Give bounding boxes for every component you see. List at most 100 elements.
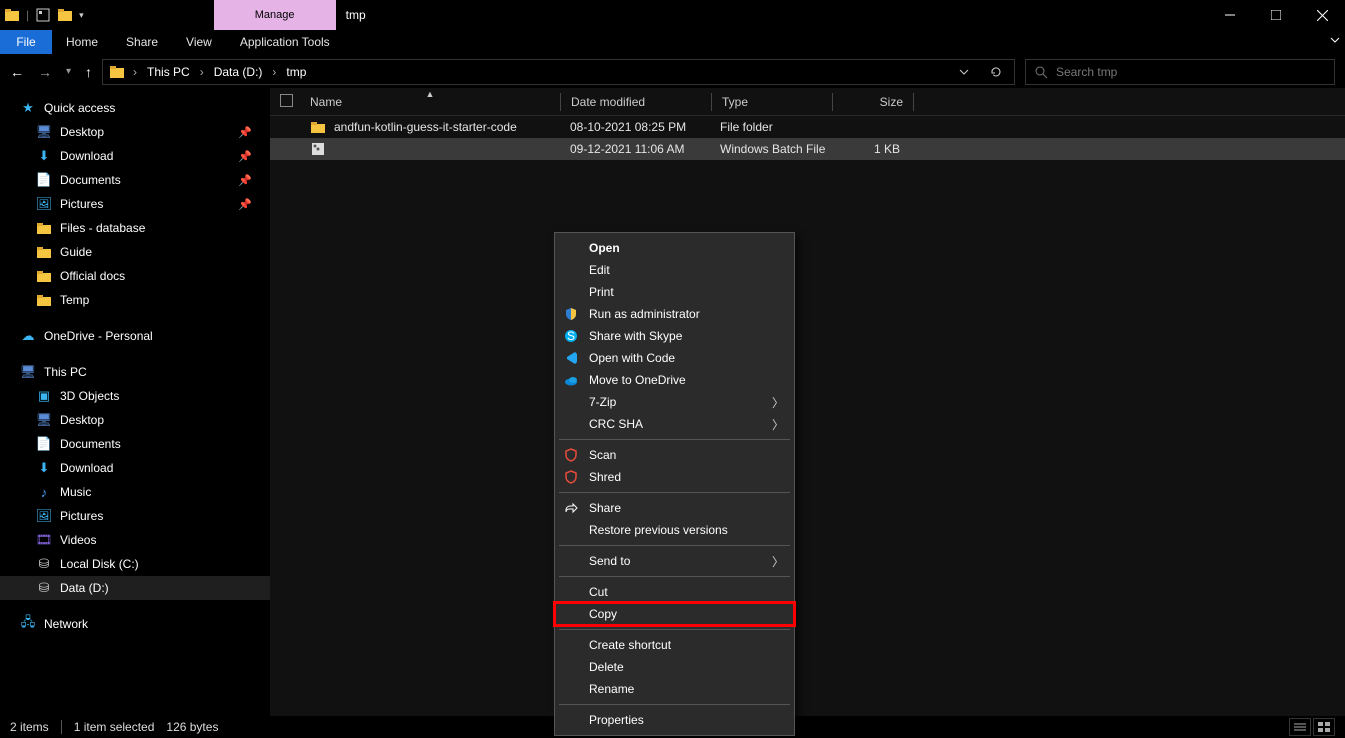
sidebar-item-music[interactable]: ♪Music bbox=[0, 480, 270, 504]
sidebar-item-temp[interactable]: Temp bbox=[0, 288, 270, 312]
menu-home[interactable]: Home bbox=[52, 30, 112, 54]
context-menu-send-to[interactable]: Send to〉 bbox=[555, 550, 794, 572]
sidebar-item-desktop[interactable]: 🖥Desktop📌 bbox=[0, 120, 270, 144]
folder-icon bbox=[36, 244, 52, 260]
sidebar-item-3d-objects[interactable]: ▣3D Objects bbox=[0, 384, 270, 408]
sidebar-item-download[interactable]: ⬇Download bbox=[0, 456, 270, 480]
context-menu-shred[interactable]: Shred bbox=[555, 466, 794, 488]
tree-onedrive[interactable]: ☁ OneDrive - Personal bbox=[0, 324, 270, 348]
sidebar-item-local-disk-c-[interactable]: ⛁Local Disk (C:) bbox=[0, 552, 270, 576]
column-date[interactable]: Date modified bbox=[561, 95, 711, 109]
sidebar-item-documents[interactable]: 📄Documents📌 bbox=[0, 168, 270, 192]
window-controls bbox=[1207, 0, 1345, 30]
context-menu-properties[interactable]: Properties bbox=[555, 709, 794, 731]
maximize-button[interactable] bbox=[1253, 0, 1299, 30]
minimize-button[interactable] bbox=[1207, 0, 1253, 30]
context-menu-rename[interactable]: Rename bbox=[555, 678, 794, 700]
file-name: andfun-kotlin-guess-it-starter-code bbox=[334, 120, 517, 134]
tree-label: Desktop bbox=[60, 125, 104, 139]
drive-icon: ⛁ bbox=[36, 556, 52, 572]
context-menu-open[interactable]: Open bbox=[555, 237, 794, 259]
menu-application-tools[interactable]: Application Tools bbox=[226, 30, 344, 54]
ribbon-expand-icon[interactable] bbox=[1329, 34, 1341, 46]
shield-red-icon bbox=[563, 469, 579, 485]
sidebar-item-videos[interactable]: 🎞Videos bbox=[0, 528, 270, 552]
context-menu-run-as-administrator[interactable]: Run as administrator bbox=[555, 303, 794, 325]
refresh-icon[interactable] bbox=[982, 65, 1010, 79]
context-menu-label: Create shortcut bbox=[589, 638, 671, 652]
view-toggle bbox=[1289, 718, 1335, 736]
context-menu-restore-previous-versions[interactable]: Restore previous versions bbox=[555, 519, 794, 541]
thumbnails-view-button[interactable] bbox=[1313, 718, 1335, 736]
menu-share[interactable]: Share bbox=[112, 30, 172, 54]
context-menu-separator bbox=[559, 439, 790, 440]
context-menu-delete[interactable]: Delete bbox=[555, 656, 794, 678]
ribbon-contextual-tab[interactable]: Manage bbox=[214, 0, 336, 30]
context-menu-edit[interactable]: Edit bbox=[555, 259, 794, 281]
sidebar-item-pictures[interactable]: 🖼Pictures bbox=[0, 504, 270, 528]
drive-icon: ⛁ bbox=[36, 580, 52, 596]
quick-access-toolbar: | ▾ bbox=[0, 0, 88, 30]
folder-icon bbox=[36, 292, 52, 308]
sidebar-item-guide[interactable]: Guide bbox=[0, 240, 270, 264]
column-type[interactable]: Type bbox=[712, 95, 832, 109]
context-menu-share[interactable]: Share bbox=[555, 497, 794, 519]
computer-icon: 🖥 bbox=[20, 364, 36, 380]
search-box[interactable] bbox=[1025, 59, 1335, 85]
sidebar-item-desktop[interactable]: 🖥Desktop bbox=[0, 408, 270, 432]
breadcrumb-sep-icon[interactable]: › bbox=[198, 65, 206, 79]
tree-label: Documents bbox=[60, 437, 121, 451]
context-menu-cut[interactable]: Cut bbox=[555, 581, 794, 603]
context-menu-open-with-code[interactable]: Open with Code bbox=[555, 347, 794, 369]
menu-view[interactable]: View bbox=[172, 30, 226, 54]
sidebar-item-pictures[interactable]: 🖼Pictures📌 bbox=[0, 192, 270, 216]
breadcrumb-sep-icon[interactable]: › bbox=[131, 65, 139, 79]
column-checkbox[interactable] bbox=[270, 94, 300, 110]
column-name[interactable]: Name▲ bbox=[300, 95, 560, 109]
column-size[interactable]: Size bbox=[833, 95, 913, 109]
search-input[interactable] bbox=[1056, 65, 1326, 79]
sidebar-item-download[interactable]: ⬇Download📌 bbox=[0, 144, 270, 168]
sidebar-item-files-database[interactable]: Files - database bbox=[0, 216, 270, 240]
back-button[interactable]: ← bbox=[10, 64, 24, 80]
sidebar-item-official-docs[interactable]: Official docs bbox=[0, 264, 270, 288]
file-menu[interactable]: File bbox=[0, 30, 52, 54]
breadcrumb-drive[interactable]: Data (D:) bbox=[210, 65, 267, 79]
recent-locations-icon[interactable]: ▾ bbox=[66, 66, 71, 77]
context-menu-scan[interactable]: Scan bbox=[555, 444, 794, 466]
file-row[interactable]: andfun-kotlin-guess-it-starter-code08-10… bbox=[270, 116, 1345, 138]
context-menu-7-zip[interactable]: 7-Zip〉 bbox=[555, 391, 794, 413]
sidebar-item-data-d-[interactable]: ⛁Data (D:) bbox=[0, 576, 270, 600]
context-menu-crc-sha[interactable]: CRC SHA〉 bbox=[555, 413, 794, 435]
shield-red-icon bbox=[563, 447, 579, 463]
ribbon-tab-label: Manage bbox=[255, 9, 295, 21]
tree-network[interactable]: 🖧 Network bbox=[0, 612, 270, 636]
breadcrumb-sep-icon[interactable]: › bbox=[270, 65, 278, 79]
submenu-arrow-icon: 〉 bbox=[772, 394, 784, 411]
context-menu-print[interactable]: Print bbox=[555, 281, 794, 303]
pictures-icon: 🖼 bbox=[36, 508, 52, 524]
tree-quick-access[interactable]: ★ Quick access bbox=[0, 96, 270, 120]
breadcrumb[interactable]: › This PC › Data (D:) › tmp bbox=[102, 59, 1015, 85]
video-icon: 🎞 bbox=[36, 532, 52, 548]
sidebar-item-documents[interactable]: 📄Documents bbox=[0, 432, 270, 456]
close-button[interactable] bbox=[1299, 0, 1345, 30]
context-menu-create-shortcut[interactable]: Create shortcut bbox=[555, 634, 794, 656]
details-view-button[interactable] bbox=[1289, 718, 1311, 736]
qat-new-folder-icon[interactable] bbox=[57, 7, 73, 23]
qat-properties-icon[interactable] bbox=[35, 7, 51, 23]
file-row[interactable]: 09-12-2021 11:06 AMWindows Batch File1 K… bbox=[270, 138, 1345, 160]
up-button[interactable]: ↑ bbox=[85, 64, 92, 80]
tree-this-pc[interactable]: 🖥 This PC bbox=[0, 360, 270, 384]
context-menu-copy[interactable]: Copy bbox=[555, 603, 794, 625]
forward-button[interactable]: → bbox=[38, 64, 52, 80]
breadcrumb-this-pc[interactable]: This PC bbox=[143, 65, 194, 79]
breadcrumb-folder[interactable]: tmp bbox=[282, 65, 310, 79]
context-menu-share-with-skype[interactable]: SShare with Skype bbox=[555, 325, 794, 347]
star-icon: ★ bbox=[20, 100, 36, 116]
address-history-icon[interactable] bbox=[950, 67, 978, 77]
qat-dropdown-icon[interactable]: ▾ bbox=[79, 10, 84, 21]
context-menu-move-to-onedrive[interactable]: Move to OneDrive bbox=[555, 369, 794, 391]
context-menu-label: Move to OneDrive bbox=[589, 373, 686, 387]
download-icon: ⬇ bbox=[36, 148, 52, 164]
